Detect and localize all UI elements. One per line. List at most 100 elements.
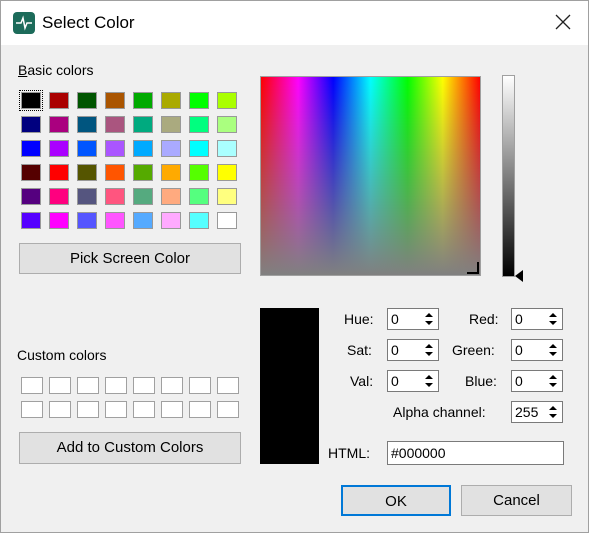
basic-color-swatch[interactable] [105,164,125,181]
alpha-spinbox[interactable]: 255 [511,401,563,423]
basic-color-swatch[interactable] [77,116,97,133]
custom-color-swatch[interactable] [161,377,183,394]
custom-colors-label: Custom colors [17,347,107,363]
basic-color-swatch[interactable] [21,116,41,133]
green-spinbox[interactable]: 0 [511,339,563,361]
green-label: Green: [452,342,495,358]
pick-screen-color-button[interactable]: Pick Screen Color [19,243,241,274]
spin-arrows-icon[interactable] [546,372,560,390]
basic-color-swatch[interactable] [217,212,237,229]
basic-color-swatch[interactable] [49,116,69,133]
basic-color-swatch[interactable] [77,140,97,157]
spin-arrows-icon[interactable] [546,341,560,359]
blue-spinbox[interactable]: 0 [511,370,563,392]
basic-color-swatch[interactable] [21,164,41,181]
basic-color-swatch[interactable] [133,140,153,157]
spin-arrows-icon[interactable] [422,341,436,359]
color-spectrum[interactable] [260,76,481,276]
basic-color-swatch[interactable] [217,116,237,133]
html-input[interactable]: #000000 [387,441,564,465]
basic-color-swatch[interactable] [217,140,237,157]
basic-color-swatch[interactable] [49,140,69,157]
basic-color-swatch[interactable] [105,140,125,157]
color-preview [260,308,319,464]
custom-color-swatch[interactable] [217,377,239,394]
basic-color-swatch[interactable] [21,140,41,157]
basic-color-swatch[interactable] [105,92,125,109]
app-icon [13,12,35,34]
hue-label: Hue: [344,311,374,327]
spin-arrows-icon[interactable] [422,372,436,390]
basic-color-swatch[interactable] [49,92,69,109]
custom-color-swatch[interactable] [21,377,43,394]
add-to-custom-colors-button[interactable]: Add to Custom Colors [19,432,241,464]
custom-color-swatch[interactable] [49,377,71,394]
custom-color-swatch[interactable] [49,401,71,418]
basic-color-swatch[interactable] [217,92,237,109]
basic-color-swatch[interactable] [189,92,209,109]
basic-color-swatch[interactable] [217,164,237,181]
custom-color-swatch[interactable] [21,401,43,418]
red-label: Red: [469,311,499,327]
val-spinbox[interactable]: 0 [387,370,439,392]
basic-color-swatch[interactable] [105,188,125,205]
basic-color-swatch[interactable] [49,212,69,229]
ok-button[interactable]: OK [341,485,451,516]
spin-arrows-icon[interactable] [546,403,560,421]
basic-color-swatch[interactable] [133,92,153,109]
basic-color-swatch[interactable] [49,188,69,205]
basic-color-swatch[interactable] [105,212,125,229]
spin-arrows-icon[interactable] [422,310,436,328]
red-value: 0 [515,311,523,327]
basic-color-swatch[interactable] [21,188,41,205]
sat-spinbox[interactable]: 0 [387,339,439,361]
basic-color-swatch[interactable] [161,92,181,109]
custom-color-swatch[interactable] [189,377,211,394]
close-icon[interactable] [549,11,577,35]
window-title: Select Color [42,13,135,32]
basic-color-swatch[interactable] [217,188,237,205]
basic-color-swatch[interactable] [189,164,209,181]
spectrum-crosshair[interactable] [467,262,479,274]
basic-color-swatch[interactable] [19,90,43,111]
basic-color-swatch[interactable] [161,188,181,205]
luminance-slider[interactable] [502,75,515,277]
custom-color-swatch[interactable] [189,401,211,418]
add-custom-label: Add to Custom Colors [56,439,204,456]
basic-color-swatch[interactable] [161,116,181,133]
custom-color-swatch[interactable] [217,401,239,418]
basic-color-swatch[interactable] [49,164,69,181]
basic-color-swatch[interactable] [133,212,153,229]
basic-color-swatch[interactable] [133,188,153,205]
custom-color-swatch[interactable] [77,377,99,394]
basic-color-swatch[interactable] [189,116,209,133]
basic-color-swatch[interactable] [77,92,97,109]
basic-color-swatch[interactable] [133,164,153,181]
basic-color-swatch[interactable] [189,140,209,157]
basic-color-swatch[interactable] [77,188,97,205]
custom-color-swatch[interactable] [161,401,183,418]
spin-arrows-icon[interactable] [546,310,560,328]
cancel-button[interactable]: Cancel [461,485,572,516]
basic-colors-label: Basic colors [18,62,94,78]
luminance-arrow-icon[interactable] [515,270,523,282]
val-value: 0 [391,373,399,389]
red-spinbox[interactable]: 0 [511,308,563,330]
hue-value: 0 [391,311,399,327]
custom-color-swatch[interactable] [105,377,127,394]
basic-color-swatch[interactable] [189,212,209,229]
basic-color-swatch[interactable] [77,164,97,181]
custom-color-swatch[interactable] [105,401,127,418]
custom-color-swatch[interactable] [133,401,155,418]
custom-color-swatch[interactable] [77,401,99,418]
basic-color-swatch[interactable] [161,140,181,157]
basic-color-swatch[interactable] [161,164,181,181]
hue-spinbox[interactable]: 0 [387,308,439,330]
basic-color-swatch[interactable] [21,212,41,229]
basic-color-swatch[interactable] [133,116,153,133]
basic-color-swatch[interactable] [161,212,181,229]
basic-color-swatch[interactable] [189,188,209,205]
custom-color-swatch[interactable] [133,377,155,394]
basic-color-swatch[interactable] [77,212,97,229]
basic-color-swatch[interactable] [105,116,125,133]
